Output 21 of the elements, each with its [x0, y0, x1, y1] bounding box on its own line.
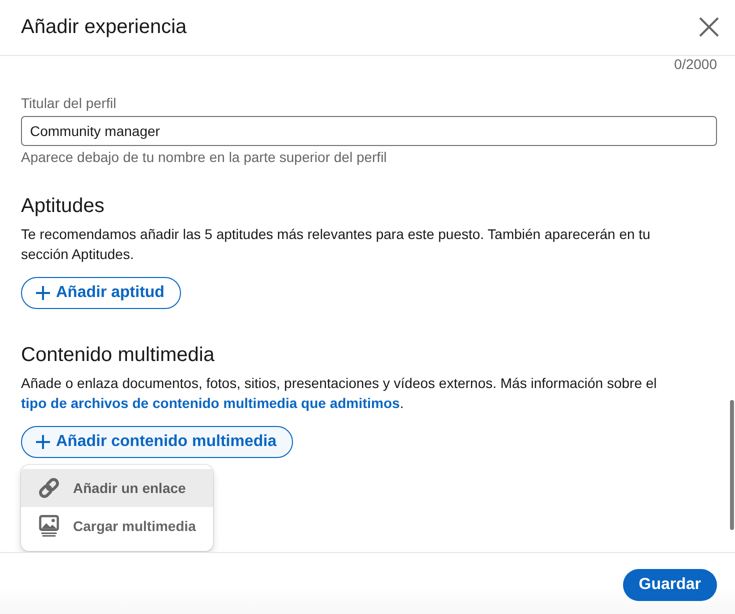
section-heading: Contenido multimedia [21, 343, 216, 368]
section-description: Añade o enlaza documentos, fotos, sitios, presentaciones y vídeos externos. Más información sobre el tipo de archivos de contenido multimedia que admitimos. [21, 374, 658, 413]
plus-icon [36, 286, 50, 300]
image-icon [38, 515, 60, 537]
field-hint: Aparece debajo de tu nombre en la parte superior del perfil [21, 148, 388, 166]
add-skill-button[interactable]: Añadir aptitud [21, 277, 182, 309]
add-media-button[interactable]: Añadir contenido multimedia [21, 426, 294, 458]
character-counter: 0/2000 [674, 56, 717, 72]
section-description: Te recomendamos añadir las 5 aptitudes más relevantes para este puesto. También aparecerán en tu sección Aptitudes. [21, 225, 652, 264]
dialog-title: Añadir experiencia [21, 14, 187, 40]
menu-item[interactable]: Añadir un enlace [21, 469, 213, 507]
chain-link-icon [38, 477, 60, 499]
field-label: Titular del perfil [21, 94, 118, 112]
scrollbar-thumb[interactable] [730, 400, 734, 530]
close-icon [699, 16, 719, 36]
supported-media-link[interactable]: tipo de archivos de contenido multimedia que admitimos [21, 395, 400, 411]
headline-input[interactable]: Community manager [21, 116, 717, 146]
save-button[interactable]: Guardar [622, 569, 717, 601]
plus-icon [36, 435, 50, 449]
section-heading: Aptitudes [21, 194, 106, 219]
menu-item[interactable]: Cargar multimedia [21, 507, 213, 545]
